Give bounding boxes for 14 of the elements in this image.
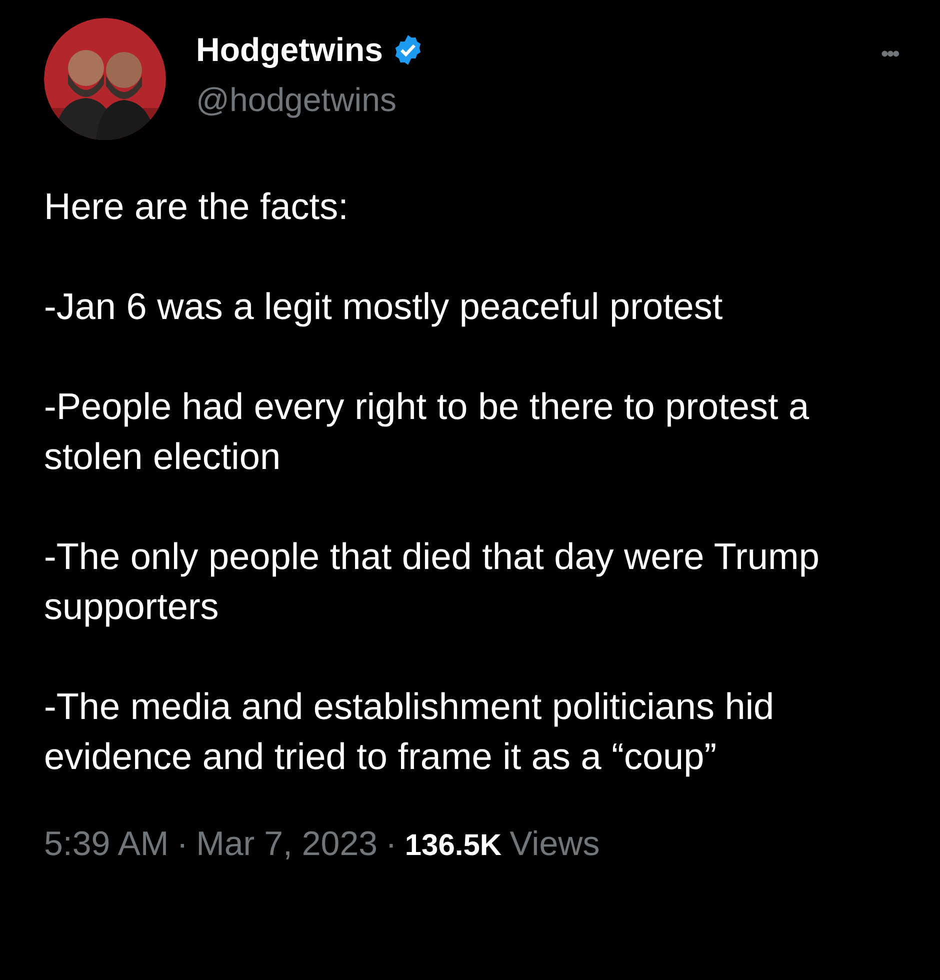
view-count: 136.5K [404,828,502,864]
author-name[interactable]: Hodgetwins [196,30,383,70]
post-time[interactable]: 5:39 AM [44,824,169,864]
author-handle[interactable]: @hodgetwins [196,80,425,120]
post-paragraph: -People had every right to be there to protest a stolen election [44,385,810,479]
post-paragraph: -The only people that died that day were Trump supporters [44,535,820,629]
post-paragraph: -Jan 6 was a legit mostly peaceful protest [44,285,724,329]
views-label: Views [510,824,600,864]
separator: · [386,824,397,864]
more-options-button[interactable]: ••• [880,42,898,66]
separator: · [176,824,188,864]
post-paragraph: -The media and establishment politicians hid evidence and tried to frame it as a “coup” [44,685,776,779]
post-date[interactable]: Mar 7, 2023 [196,824,378,864]
post-paragraph: Here are the facts: [44,185,350,229]
